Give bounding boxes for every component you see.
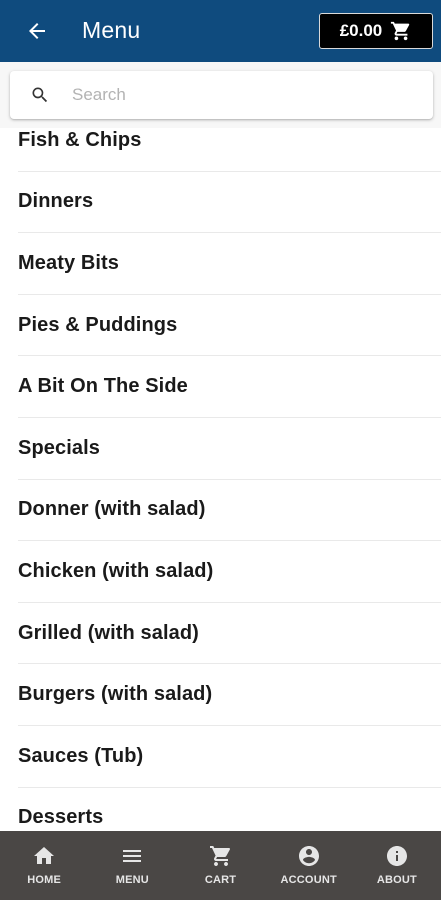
category-label: Donner (with salad) (18, 498, 206, 521)
page-title: Menu (82, 17, 141, 43)
cart-amount: £0.00 (339, 21, 383, 40)
category-item-a-bit-on-the-side[interactable]: A Bit On The Side (18, 356, 441, 418)
account-icon (298, 846, 319, 866)
search-icon (32, 87, 48, 103)
nav-account[interactable]: ACCOUNT (265, 831, 353, 900)
category-item-desserts[interactable]: Desserts (18, 788, 441, 830)
category-list: Fish & Chips Dinners Meaty Bits Pies & P… (0, 110, 441, 830)
category-label: Meaty Bits (18, 251, 120, 274)
arrow-left-icon (29, 23, 45, 39)
category-item-dinners[interactable]: Dinners (18, 172, 441, 234)
category-label: Desserts (18, 806, 104, 829)
menu-icon (123, 850, 142, 862)
category-label: Pies & Puddings (18, 313, 178, 336)
category-item-burgers[interactable]: Burgers (with salad) (18, 664, 441, 726)
category-label: Chicken (with salad) (18, 559, 214, 582)
category-label: Sauces (Tub) (18, 744, 144, 767)
nav-menu[interactable]: MENU (88, 831, 176, 900)
nav-menu-label: MENU (115, 874, 149, 886)
bottom-navigation: HOME MENU CART ACCOUNT ABOUT (0, 831, 441, 900)
nav-cart[interactable]: CART (176, 831, 264, 900)
back-button[interactable] (22, 16, 52, 46)
category-item-chicken[interactable]: Chicken (with salad) (18, 541, 441, 603)
info-icon (386, 846, 407, 866)
home-icon (34, 847, 55, 864)
nav-about-label: ABOUT (376, 874, 417, 886)
nav-home-label: HOME (27, 874, 61, 886)
category-item-grilled[interactable]: Grilled (with salad) (18, 603, 441, 665)
category-item-fish-chips[interactable]: Fish & Chips (18, 110, 441, 172)
category-label: Grilled (with salad) (18, 621, 199, 644)
cart-icon (391, 21, 410, 41)
category-item-specials[interactable]: Specials (18, 418, 441, 480)
nav-home[interactable]: HOME (0, 831, 88, 900)
category-item-sauces[interactable]: Sauces (Tub) (18, 726, 441, 788)
nav-about[interactable]: ABOUT (353, 831, 441, 900)
cart-icon (209, 846, 230, 866)
category-label: A Bit On The Side (18, 375, 188, 398)
category-item-pies-puddings[interactable]: Pies & Puddings (18, 295, 441, 357)
nav-account-label: ACCOUNT (280, 874, 337, 886)
category-label: Dinners (18, 190, 94, 213)
category-label: Burgers (with salad) (18, 683, 213, 706)
category-item-donner[interactable]: Donner (with salad) (18, 480, 441, 542)
cart-total-button[interactable]: £0.00 (319, 13, 433, 49)
category-label: Fish & Chips (18, 128, 142, 151)
app-bar: Menu £0.00 (0, 0, 441, 62)
category-item-meaty-bits[interactable]: Meaty Bits (18, 233, 441, 295)
search-input[interactable] (72, 81, 412, 109)
category-label: Specials (18, 436, 100, 459)
nav-cart-label: CART (204, 874, 237, 886)
